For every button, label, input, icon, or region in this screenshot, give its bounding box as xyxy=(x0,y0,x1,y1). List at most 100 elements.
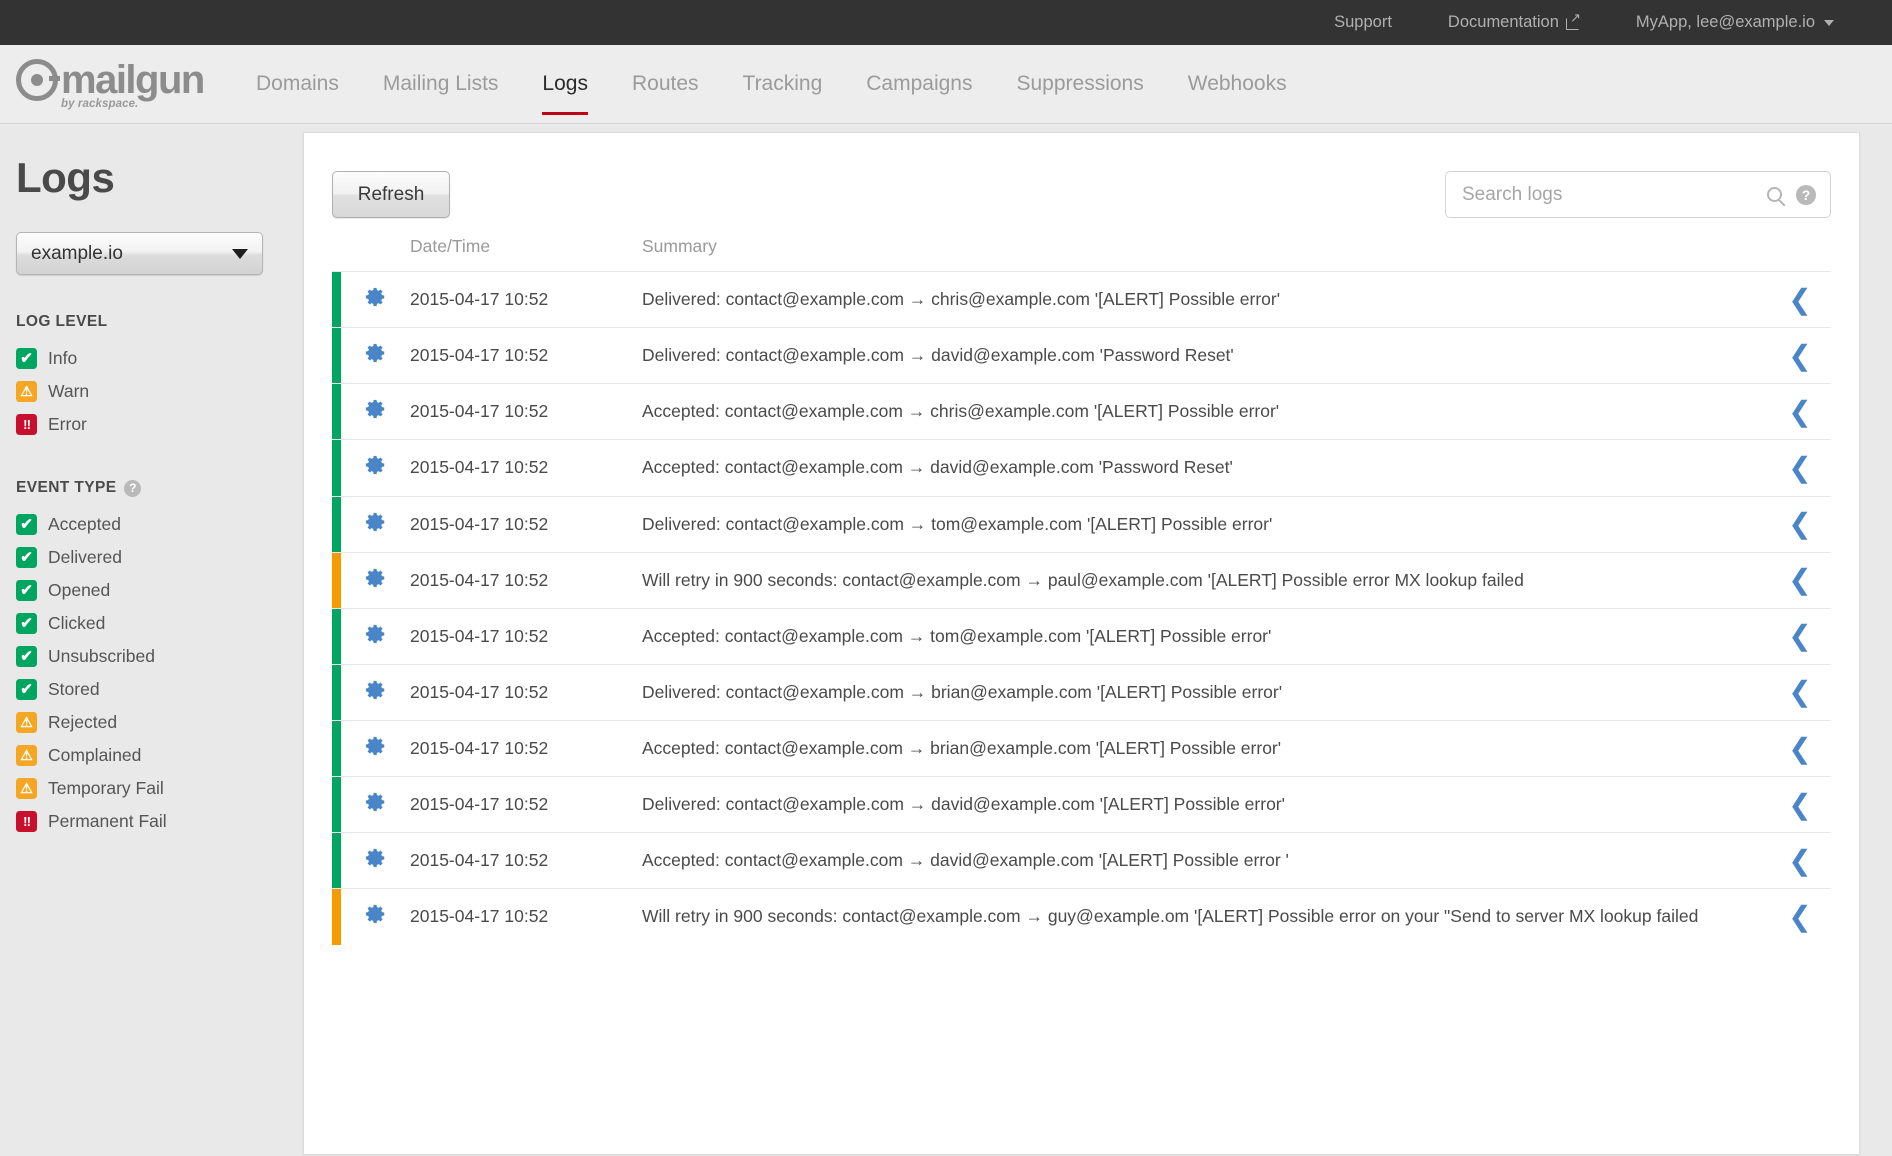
gear-icon[interactable] xyxy=(365,623,387,650)
chevron-left-icon[interactable]: ❮ xyxy=(1788,791,1811,819)
event-type-accepted[interactable]: ✔Accepted xyxy=(16,508,303,541)
domain-select[interactable]: example.io xyxy=(16,232,263,275)
table-row[interactable]: 2015-04-17 10:52Delivered: contact@examp… xyxy=(332,271,1831,327)
event-type-clicked[interactable]: ✔Clicked xyxy=(16,607,303,640)
gear-icon[interactable] xyxy=(365,791,387,818)
gear-icon[interactable] xyxy=(365,567,387,594)
documentation-label: Documentation xyxy=(1448,13,1559,32)
row-actions-cell xyxy=(341,777,410,832)
chevron-left-icon[interactable]: ❮ xyxy=(1788,510,1811,538)
refresh-button[interactable]: Refresh xyxy=(332,171,450,218)
row-datetime: 2015-04-17 10:52 xyxy=(410,609,642,664)
table-row[interactable]: 2015-04-17 10:52Delivered: contact@examp… xyxy=(332,776,1831,832)
event-type-permanent-fail[interactable]: ‼Permanent Fail xyxy=(16,805,303,838)
checkbox-checked-icon[interactable]: ✔ xyxy=(16,646,37,667)
nav-item-routes[interactable]: Routes xyxy=(610,72,721,96)
log-level-heading: LOG LEVEL xyxy=(16,313,303,331)
support-link[interactable]: Support xyxy=(1306,13,1420,32)
gear-icon[interactable] xyxy=(365,903,387,930)
gear-icon[interactable] xyxy=(365,342,387,369)
checkbox-checked-icon[interactable]: ✔ xyxy=(16,679,37,700)
chevron-left-icon[interactable]: ❮ xyxy=(1788,342,1811,370)
nav-item-mailing-lists[interactable]: Mailing Lists xyxy=(361,72,521,96)
table-row[interactable]: 2015-04-17 10:52Delivered: contact@examp… xyxy=(332,327,1831,383)
error-icon[interactable]: ‼ xyxy=(16,414,37,435)
chevron-left-icon[interactable]: ❮ xyxy=(1788,847,1811,875)
gear-icon[interactable] xyxy=(365,511,387,538)
gear-icon[interactable] xyxy=(365,286,387,313)
row-actions-cell xyxy=(341,721,410,776)
log-level-error[interactable]: ‼Error xyxy=(16,408,303,441)
search-icon[interactable] xyxy=(1767,187,1782,202)
checkbox-checked-icon[interactable]: ✔ xyxy=(16,547,37,568)
search-input[interactable] xyxy=(1462,184,1767,206)
event-type-stored[interactable]: ✔Stored xyxy=(16,673,303,706)
table-row[interactable]: 2015-04-17 10:52Delivered: contact@examp… xyxy=(332,664,1831,720)
gear-icon[interactable] xyxy=(365,847,387,874)
row-actions-cell xyxy=(341,497,410,552)
chevron-left-icon[interactable]: ❮ xyxy=(1788,903,1811,931)
chevron-left-icon[interactable]: ❮ xyxy=(1788,566,1811,594)
checkbox-checked-icon[interactable]: ✔ xyxy=(16,613,37,634)
row-summary: Delivered: contact@example.com → chris@e… xyxy=(642,272,1769,327)
row-datetime: 2015-04-17 10:52 xyxy=(410,497,642,552)
checkbox-checked-icon[interactable]: ✔ xyxy=(16,514,37,535)
warning-icon[interactable]: ⚠ xyxy=(16,745,37,766)
event-type-rejected[interactable]: ⚠Rejected xyxy=(16,706,303,739)
nav-item-logs[interactable]: Logs xyxy=(520,72,610,96)
gear-icon[interactable] xyxy=(365,735,387,762)
nav-item-suppressions[interactable]: Suppressions xyxy=(995,72,1166,96)
error-icon[interactable]: ‼ xyxy=(16,811,37,832)
row-actions-cell xyxy=(341,440,410,495)
table-row[interactable]: 2015-04-17 10:52Accepted: contact@exampl… xyxy=(332,608,1831,664)
chevron-left-icon[interactable]: ❮ xyxy=(1788,398,1811,426)
warning-icon[interactable]: ⚠ xyxy=(16,712,37,733)
chevron-left-icon[interactable]: ❮ xyxy=(1788,622,1811,650)
row-actions-cell xyxy=(341,384,410,439)
table-row[interactable]: 2015-04-17 10:52Accepted: contact@exampl… xyxy=(332,720,1831,776)
gear-icon[interactable] xyxy=(365,679,387,706)
help-icon[interactable]: ? xyxy=(124,480,141,497)
log-level-info[interactable]: ✔Info xyxy=(16,342,303,375)
status-badge xyxy=(332,384,341,439)
table-row[interactable]: 2015-04-17 10:52Delivered: contact@examp… xyxy=(332,496,1831,552)
chevron-left-icon[interactable]: ❮ xyxy=(1788,286,1811,314)
search-help-icon[interactable]: ? xyxy=(1796,185,1816,205)
event-type-opened[interactable]: ✔Opened xyxy=(16,574,303,607)
documentation-link[interactable]: Documentation xyxy=(1420,13,1608,32)
row-summary: Will retry in 900 seconds: contact@examp… xyxy=(642,889,1769,944)
nav-item-domains[interactable]: Domains xyxy=(234,72,361,96)
chevron-left-icon[interactable]: ❮ xyxy=(1788,454,1811,482)
domain-select-value: example.io xyxy=(31,243,123,265)
brand-tagline: by rackspace. xyxy=(61,98,206,110)
event-type-unsubscribed[interactable]: ✔Unsubscribed xyxy=(16,640,303,673)
event-type-complained[interactable]: ⚠Complained xyxy=(16,739,303,772)
table-row[interactable]: 2015-04-17 10:52Accepted: contact@exampl… xyxy=(332,383,1831,439)
gear-icon[interactable] xyxy=(365,454,387,481)
checkbox-checked-icon[interactable]: ✔ xyxy=(16,580,37,601)
row-expand-cell: ❮ xyxy=(1769,889,1831,944)
account-menu[interactable]: MyApp, lee@example.io xyxy=(1608,13,1862,32)
log-level-warn[interactable]: ⚠Warn xyxy=(16,375,303,408)
nav-item-webhooks[interactable]: Webhooks xyxy=(1166,72,1309,96)
warning-icon[interactable]: ⚠ xyxy=(16,381,37,402)
nav-item-tracking[interactable]: Tracking xyxy=(721,72,845,96)
checkbox-checked-icon[interactable]: ✔ xyxy=(16,348,37,369)
row-actions-cell xyxy=(341,272,410,327)
table-row[interactable]: 2015-04-17 10:52Will retry in 900 second… xyxy=(332,888,1831,944)
chevron-left-icon[interactable]: ❮ xyxy=(1788,678,1811,706)
event-type-temporary-fail[interactable]: ⚠Temporary Fail xyxy=(16,772,303,805)
warning-icon[interactable]: ⚠ xyxy=(16,778,37,799)
mailgun-logo[interactable]: mailgun by rackspace. xyxy=(16,59,206,110)
search-logs-box[interactable]: ? xyxy=(1445,171,1831,218)
row-datetime: 2015-04-17 10:52 xyxy=(410,665,642,720)
table-row[interactable]: 2015-04-17 10:52Accepted: contact@exampl… xyxy=(332,832,1831,888)
table-row[interactable]: 2015-04-17 10:52Will retry in 900 second… xyxy=(332,552,1831,608)
event-type-delivered[interactable]: ✔Delivered xyxy=(16,541,303,574)
row-summary: Delivered: contact@example.com → david@e… xyxy=(642,328,1769,383)
chevron-left-icon[interactable]: ❮ xyxy=(1788,735,1811,763)
gear-icon[interactable] xyxy=(365,398,387,425)
nav-item-campaigns[interactable]: Campaigns xyxy=(844,72,994,96)
external-link-icon xyxy=(1566,16,1580,30)
table-row[interactable]: 2015-04-17 10:52Accepted: contact@exampl… xyxy=(332,439,1831,495)
